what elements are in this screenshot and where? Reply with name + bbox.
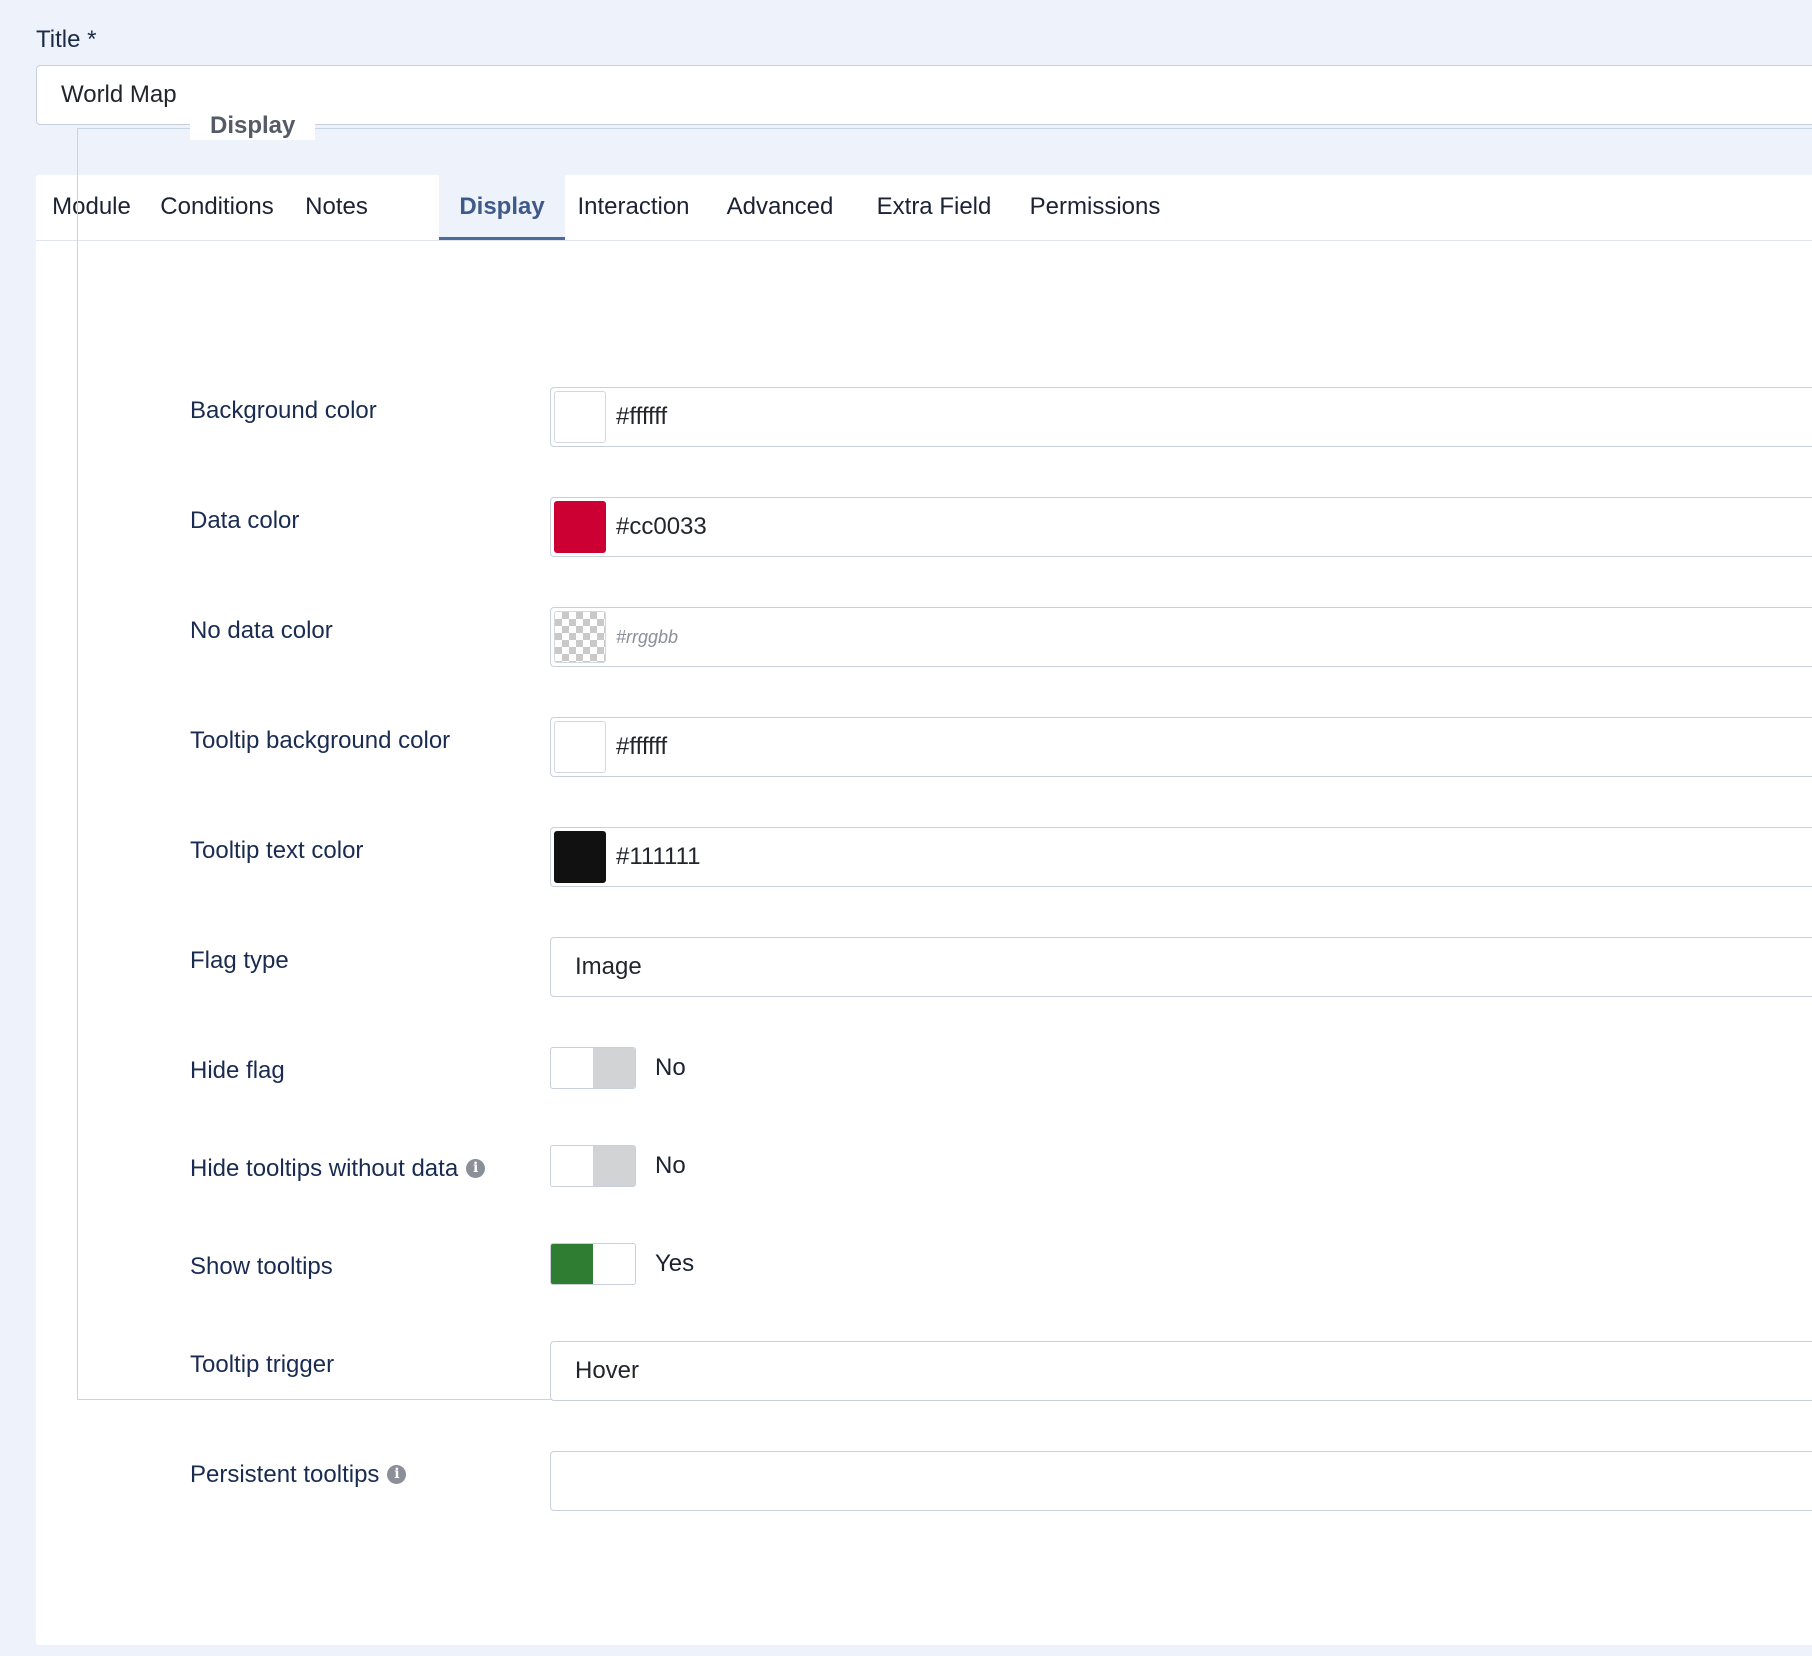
no-data-color-placeholder: #rrggbb [616, 627, 679, 647]
tooltip-text-color-label: Tooltip text color [190, 837, 364, 864]
data-color-label: Data color [190, 507, 300, 534]
info-icon[interactable]: i [466, 1159, 486, 1178]
tooltip-text-color-field[interactable]: #111111 [550, 827, 1812, 887]
tooltip-trigger-label: Tooltip trigger [190, 1351, 335, 1378]
tooltip-trigger-select[interactable]: Hover [550, 1341, 1812, 1401]
data-color-swatch[interactable] [554, 501, 606, 553]
persistent-tooltips-label-row: Persistent tooltips i [190, 1461, 407, 1489]
tooltip-trigger-value: Hover [575, 1357, 640, 1384]
persistent-tooltips-field[interactable] [550, 1451, 1812, 1511]
hide-tooltips-without-data-toggle[interactable] [550, 1145, 636, 1187]
hide-flag-state: No [655, 1054, 686, 1081]
tooltip-background-color-label: Tooltip background color [190, 727, 451, 754]
data-color-field[interactable]: #cc0033 [550, 497, 1812, 557]
flag-type-value: Image [575, 953, 642, 980]
hide-flag-toggle-knob [593, 1048, 635, 1088]
show-tooltips-toggle-knob [551, 1244, 593, 1284]
tooltip-background-color-field[interactable]: #ffffff [550, 717, 1812, 777]
tooltip-text-color-value: #111111 [616, 843, 701, 870]
background-color-label: Background color [190, 397, 377, 424]
show-tooltips-label: Show tooltips [190, 1253, 333, 1280]
flag-type-select[interactable]: Image [550, 937, 1812, 997]
hide-tooltips-without-data-label: Hide tooltips without data [190, 1155, 459, 1182]
background-color-value: #ffffff [616, 403, 668, 430]
hide-tooltips-without-data-toggle-knob [593, 1146, 635, 1186]
no-data-color-swatch[interactable] [554, 611, 606, 663]
background-color-field[interactable]: #ffffff [550, 387, 1812, 447]
background-color-swatch[interactable] [554, 391, 606, 443]
hide-flag-toggle[interactable] [550, 1047, 636, 1089]
fieldset-legend: Display [190, 112, 316, 140]
no-data-color-field[interactable]: #rrggbb [550, 607, 1812, 667]
data-color-value: #cc0033 [616, 513, 707, 540]
hide-tooltips-without-data-label-row: Hide tooltips without data i [190, 1155, 486, 1183]
tooltip-background-color-value: #ffffff [616, 733, 668, 760]
tooltip-background-color-swatch[interactable] [554, 721, 606, 773]
show-tooltips-toggle[interactable] [550, 1243, 636, 1285]
flag-type-label: Flag type [190, 947, 289, 974]
hide-flag-label: Hide flag [190, 1057, 285, 1084]
no-data-color-label: No data color [190, 617, 333, 644]
info-icon[interactable]: i [387, 1465, 407, 1484]
tooltip-text-color-swatch[interactable] [554, 831, 606, 883]
show-tooltips-state: Yes [655, 1250, 695, 1277]
persistent-tooltips-label: Persistent tooltips [190, 1461, 380, 1488]
title-label: Title * [36, 26, 97, 53]
hide-tooltips-without-data-state: No [655, 1152, 686, 1179]
